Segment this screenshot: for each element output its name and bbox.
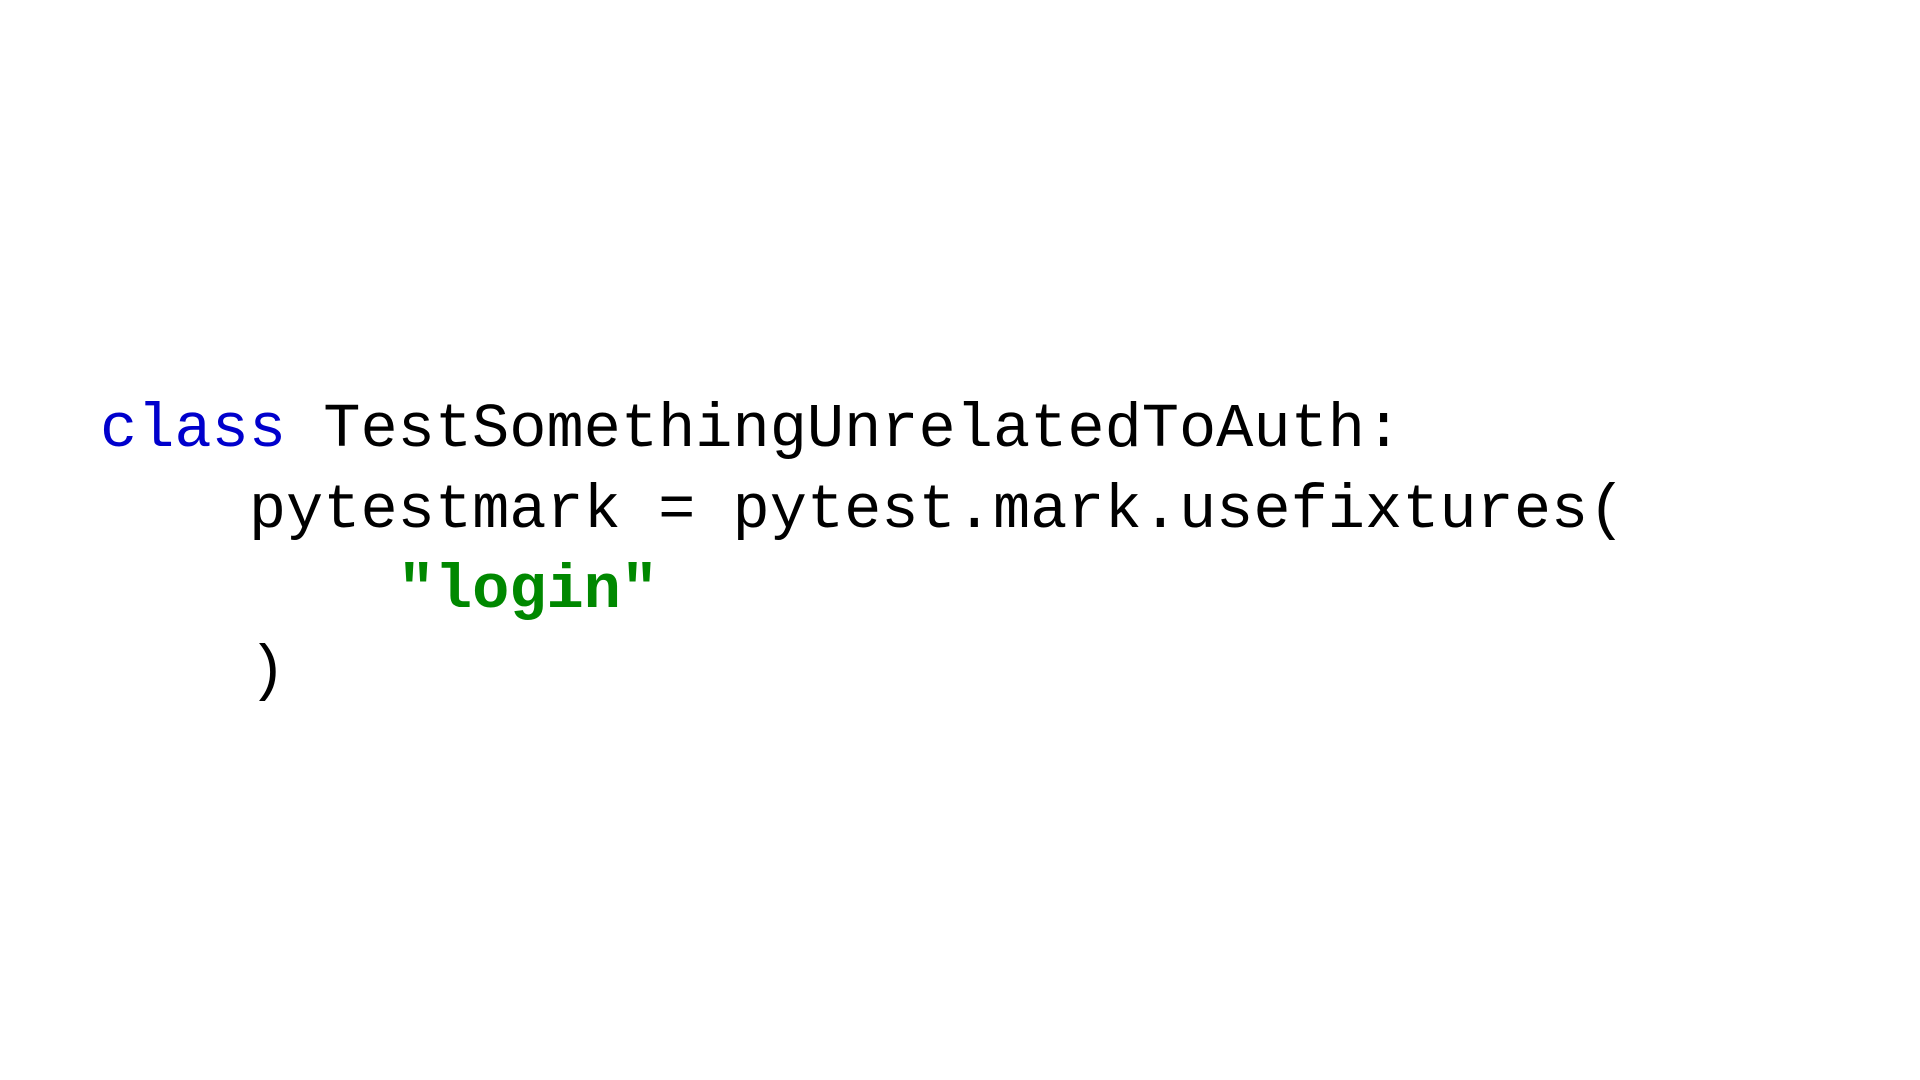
string-login: "login" [398, 555, 658, 626]
pytestmark-assignment: pytestmark = pytest.mark.usefixtures( [249, 475, 1626, 546]
indent-line4 [100, 636, 249, 707]
keyword-class: class [100, 394, 286, 465]
code-block: class TestSomethingUnrelatedToAuth: pyte… [100, 390, 1625, 712]
closing-paren: ) [249, 636, 286, 707]
class-declaration: TestSomethingUnrelatedToAuth: [286, 394, 1402, 465]
indent-line2 [100, 475, 249, 546]
indent-line3 [100, 555, 398, 626]
